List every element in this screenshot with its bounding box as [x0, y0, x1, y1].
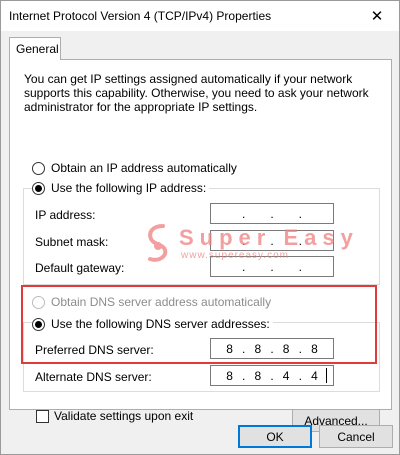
radio-use-following-ip[interactable]: Use the following IP address:	[32, 181, 210, 195]
radio-indicator	[32, 161, 45, 175]
close-button[interactable]: ✕	[355, 1, 399, 31]
default-gateway-field[interactable]: ...	[210, 256, 334, 277]
radio-indicator	[32, 181, 45, 195]
radio-label: Obtain an IP address automatically	[51, 161, 237, 175]
alternate-dns-field[interactable]: 8.8.4.4	[210, 365, 334, 386]
radio-label: Use the following IP address:	[51, 181, 207, 195]
ok-button[interactable]: OK	[238, 425, 312, 448]
subnet-mask-field[interactable]: ...	[210, 230, 334, 251]
close-icon: ✕	[370, 8, 384, 25]
tab-general[interactable]: General	[9, 37, 61, 60]
intro-text: You can get IP settings assigned automat…	[24, 72, 369, 114]
title-bar: Internet Protocol Version 4 (TCP/IPv4) P…	[0, 0, 400, 31]
alternate-dns-label: Alternate DNS server:	[35, 370, 152, 384]
text-caret	[326, 368, 327, 383]
radio-obtain-ip-auto[interactable]: Obtain an IP address automatically	[32, 161, 240, 175]
ip-address-label: IP address:	[35, 208, 96, 222]
subnet-mask-label: Subnet mask:	[35, 235, 109, 249]
dialog-body: General You can get IP settings assigned…	[0, 31, 400, 455]
window-title: Internet Protocol Version 4 (TCP/IPv4) P…	[9, 9, 272, 23]
dns-highlight-box	[21, 285, 377, 364]
checkbox-label: Validate settings upon exit	[54, 409, 194, 423]
cancel-button[interactable]: Cancel	[319, 425, 393, 448]
validate-settings-checkbox[interactable]: Validate settings upon exit	[36, 409, 193, 423]
default-gateway-label: Default gateway:	[35, 261, 125, 275]
checkbox-box	[36, 409, 49, 423]
ip-address-field[interactable]: ...	[210, 203, 334, 224]
